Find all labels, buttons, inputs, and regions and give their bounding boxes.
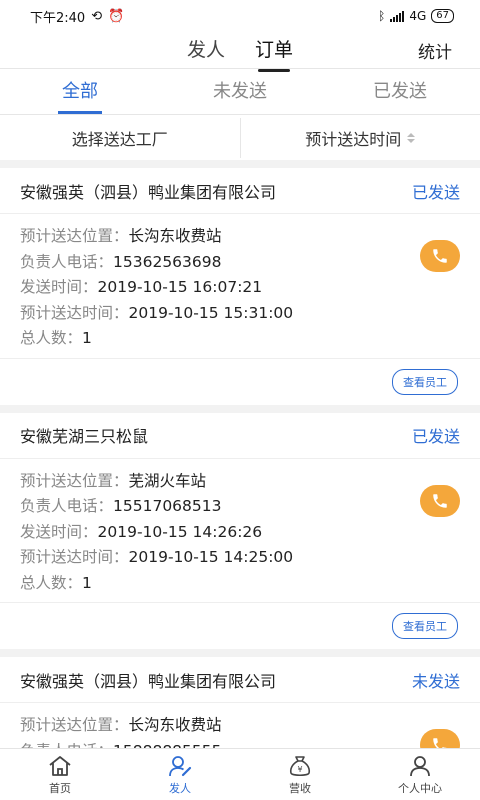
call-button[interactable]	[420, 484, 460, 517]
filter-tab-sent[interactable]: 已发送	[320, 69, 480, 114]
filter-bar: 选择送达工厂 预计送达时间	[0, 114, 480, 160]
sync-icon: ⟲	[91, 8, 103, 24]
sort-icon	[407, 132, 416, 143]
eta-sort-label: 预计送达时间	[305, 129, 402, 149]
filter-tab-all[interactable]: 全部	[0, 69, 160, 114]
phone-icon	[433, 493, 447, 508]
factory-select-label: 选择送达工厂	[71, 129, 168, 149]
call-button[interactable]	[420, 729, 460, 748]
factory-select[interactable]: 选择送达工厂	[0, 115, 240, 160]
eta-label: 预计送达时间：	[20, 303, 129, 322]
signal-icon	[390, 10, 405, 22]
alarm-icon: ⏰	[108, 8, 125, 24]
svg-text:¥: ¥	[297, 765, 302, 774]
location-value: 长沟东收费站	[128, 716, 222, 734]
view-staff-button[interactable]: 查看员工	[392, 613, 458, 639]
company-name: 安徽强英（泗县）鸭业集团有限公司	[20, 182, 277, 202]
money-bag-icon: ¥	[289, 755, 311, 776]
order-card: 安徽芜湖三只松鼠 已发送 预计送达位置：芜湖火车站 负责人电话：15517068…	[0, 412, 480, 649]
total-label: 总人数：	[20, 573, 83, 592]
order-card-header: 安徽强英（泗县）鸭业集团有限公司 未发送	[0, 657, 480, 703]
phone-value: 15362563698	[113, 252, 222, 271]
total-label: 总人数：	[20, 329, 83, 347]
nav-profile[interactable]: 个人中心	[360, 749, 480, 800]
bottom-nav: 首页 发人 ¥ 营收 个人中心	[0, 748, 480, 800]
order-list[interactable]: 安徽强英（泗县）鸭业集团有限公司 已发送 预计送达位置：长沟东收费站 负责人电话…	[0, 160, 480, 748]
tab-orders[interactable]: 订单	[255, 35, 293, 72]
order-card: 安徽强英（泗县）鸭业集团有限公司 已发送 预计送达位置：长沟东收费站 负责人电话…	[0, 168, 480, 405]
top-nav: 发人 订单 统计	[0, 32, 480, 72]
location-label: 预计送达位置：	[20, 471, 129, 490]
nav-home[interactable]: 首页	[0, 749, 120, 800]
order-card-header: 安徽芜湖三只松鼠 已发送	[0, 413, 480, 459]
nav-home-label: 首页	[49, 781, 71, 795]
sent-time-label: 发送时间：	[20, 522, 98, 541]
sent-time-value: 2019-10-15 14:26:26	[97, 522, 263, 541]
view-staff-button[interactable]: 查看员工	[392, 368, 458, 395]
phone-icon	[433, 738, 447, 748]
phone-label: 负责人电话：	[20, 497, 114, 515]
total-value: 1	[82, 573, 92, 592]
order-card-footer: 查看员工	[0, 359, 480, 405]
nav-revenue-label: 营收	[289, 781, 311, 795]
stats-button[interactable]: 统计	[418, 38, 452, 63]
call-button[interactable]	[420, 240, 460, 272]
company-name: 安徽芜湖三只松鼠	[20, 427, 149, 446]
nav-profile-label: 个人中心	[398, 781, 442, 795]
location-value: 芜湖火车站	[128, 471, 207, 490]
eta-label: 预计送达时间：	[20, 548, 129, 566]
total-row: 总人数：1	[20, 571, 460, 597]
sent-time-value: 2019-10-15 16:07:21	[97, 278, 263, 296]
order-card-header: 安徽强英（泗县）鸭业集团有限公司 已发送	[0, 168, 480, 214]
total-row: 总人数：1	[20, 326, 460, 352]
eta-row: 预计送达时间：2019-10-15 14:25:00	[20, 545, 460, 571]
filter-tabs: 全部 未发送 已发送	[0, 68, 480, 114]
location-value: 长沟东收费站	[128, 227, 222, 245]
sent-time-label: 发送时间：	[20, 278, 98, 296]
location-label: 预计送达位置：	[20, 716, 129, 734]
phone-row: 负责人电话：15888885555	[20, 739, 460, 749]
nav-send-person-label: 发人	[169, 781, 191, 795]
phone-row: 负责人电话：15517068513	[20, 494, 460, 520]
send-person-icon	[169, 755, 192, 776]
bluetooth-icon: ᛒ	[378, 9, 386, 23]
location-row: 预计送达位置：长沟东收费站	[20, 224, 460, 250]
total-value: 1	[82, 329, 92, 347]
status-bar: 下午2:40 ⟲ ⏰ ᛒ 4G 67	[0, 0, 480, 32]
home-icon	[49, 755, 71, 776]
eta-row: 预计送达时间：2019-10-15 15:31:00	[20, 301, 460, 327]
sent-time-row: 发送时间：2019-10-15 14:26:26	[20, 520, 460, 546]
sent-time-row: 发送时间：2019-10-15 16:07:21	[20, 275, 460, 301]
order-card-body: 预计送达位置：长沟东收费站 负责人电话：15888885555	[0, 703, 480, 748]
user-icon	[410, 755, 430, 776]
filter-tab-unsent[interactable]: 未发送	[160, 69, 320, 114]
network-type: 4G	[409, 9, 427, 23]
eta-value: 2019-10-15 14:25:00	[128, 548, 294, 566]
order-status: 已发送	[411, 182, 460, 202]
order-card-body: 预计送达位置：芜湖火车站 负责人电话：15517068513 发送时间：2019…	[0, 459, 480, 603]
location-label: 预计送达位置：	[20, 227, 129, 245]
nav-revenue[interactable]: ¥ 营收	[240, 749, 360, 800]
order-card: 安徽强英（泗县）鸭业集团有限公司 未发送 预计送达位置：长沟东收费站 负责人电话…	[0, 657, 480, 748]
nav-send-person[interactable]: 发人	[120, 749, 240, 800]
company-name: 安徽强英（泗县）鸭业集团有限公司	[20, 671, 277, 691]
order-card-body: 预计送达位置：长沟东收费站 负责人电话：15362563698 发送时间：201…	[0, 214, 480, 359]
phone-value: 15517068513	[113, 497, 222, 515]
phone-label: 负责人电话：	[20, 252, 114, 271]
location-row: 预计送达位置：长沟东收费站	[20, 713, 460, 739]
order-card-footer: 查看员工	[0, 603, 480, 649]
status-time: 下午2:40	[30, 10, 86, 26]
phone-icon	[433, 249, 447, 263]
eta-sort[interactable]: 预计送达时间	[241, 115, 480, 160]
order-status: 已发送	[411, 427, 460, 446]
order-status: 未发送	[411, 671, 460, 691]
location-row: 预计送达位置：芜湖火车站	[20, 469, 460, 495]
phone-row: 负责人电话：15362563698	[20, 250, 460, 276]
battery-icon: 67	[431, 9, 454, 23]
eta-value: 2019-10-15 15:31:00	[128, 303, 294, 322]
tab-send-person[interactable]: 发人	[187, 35, 225, 66]
